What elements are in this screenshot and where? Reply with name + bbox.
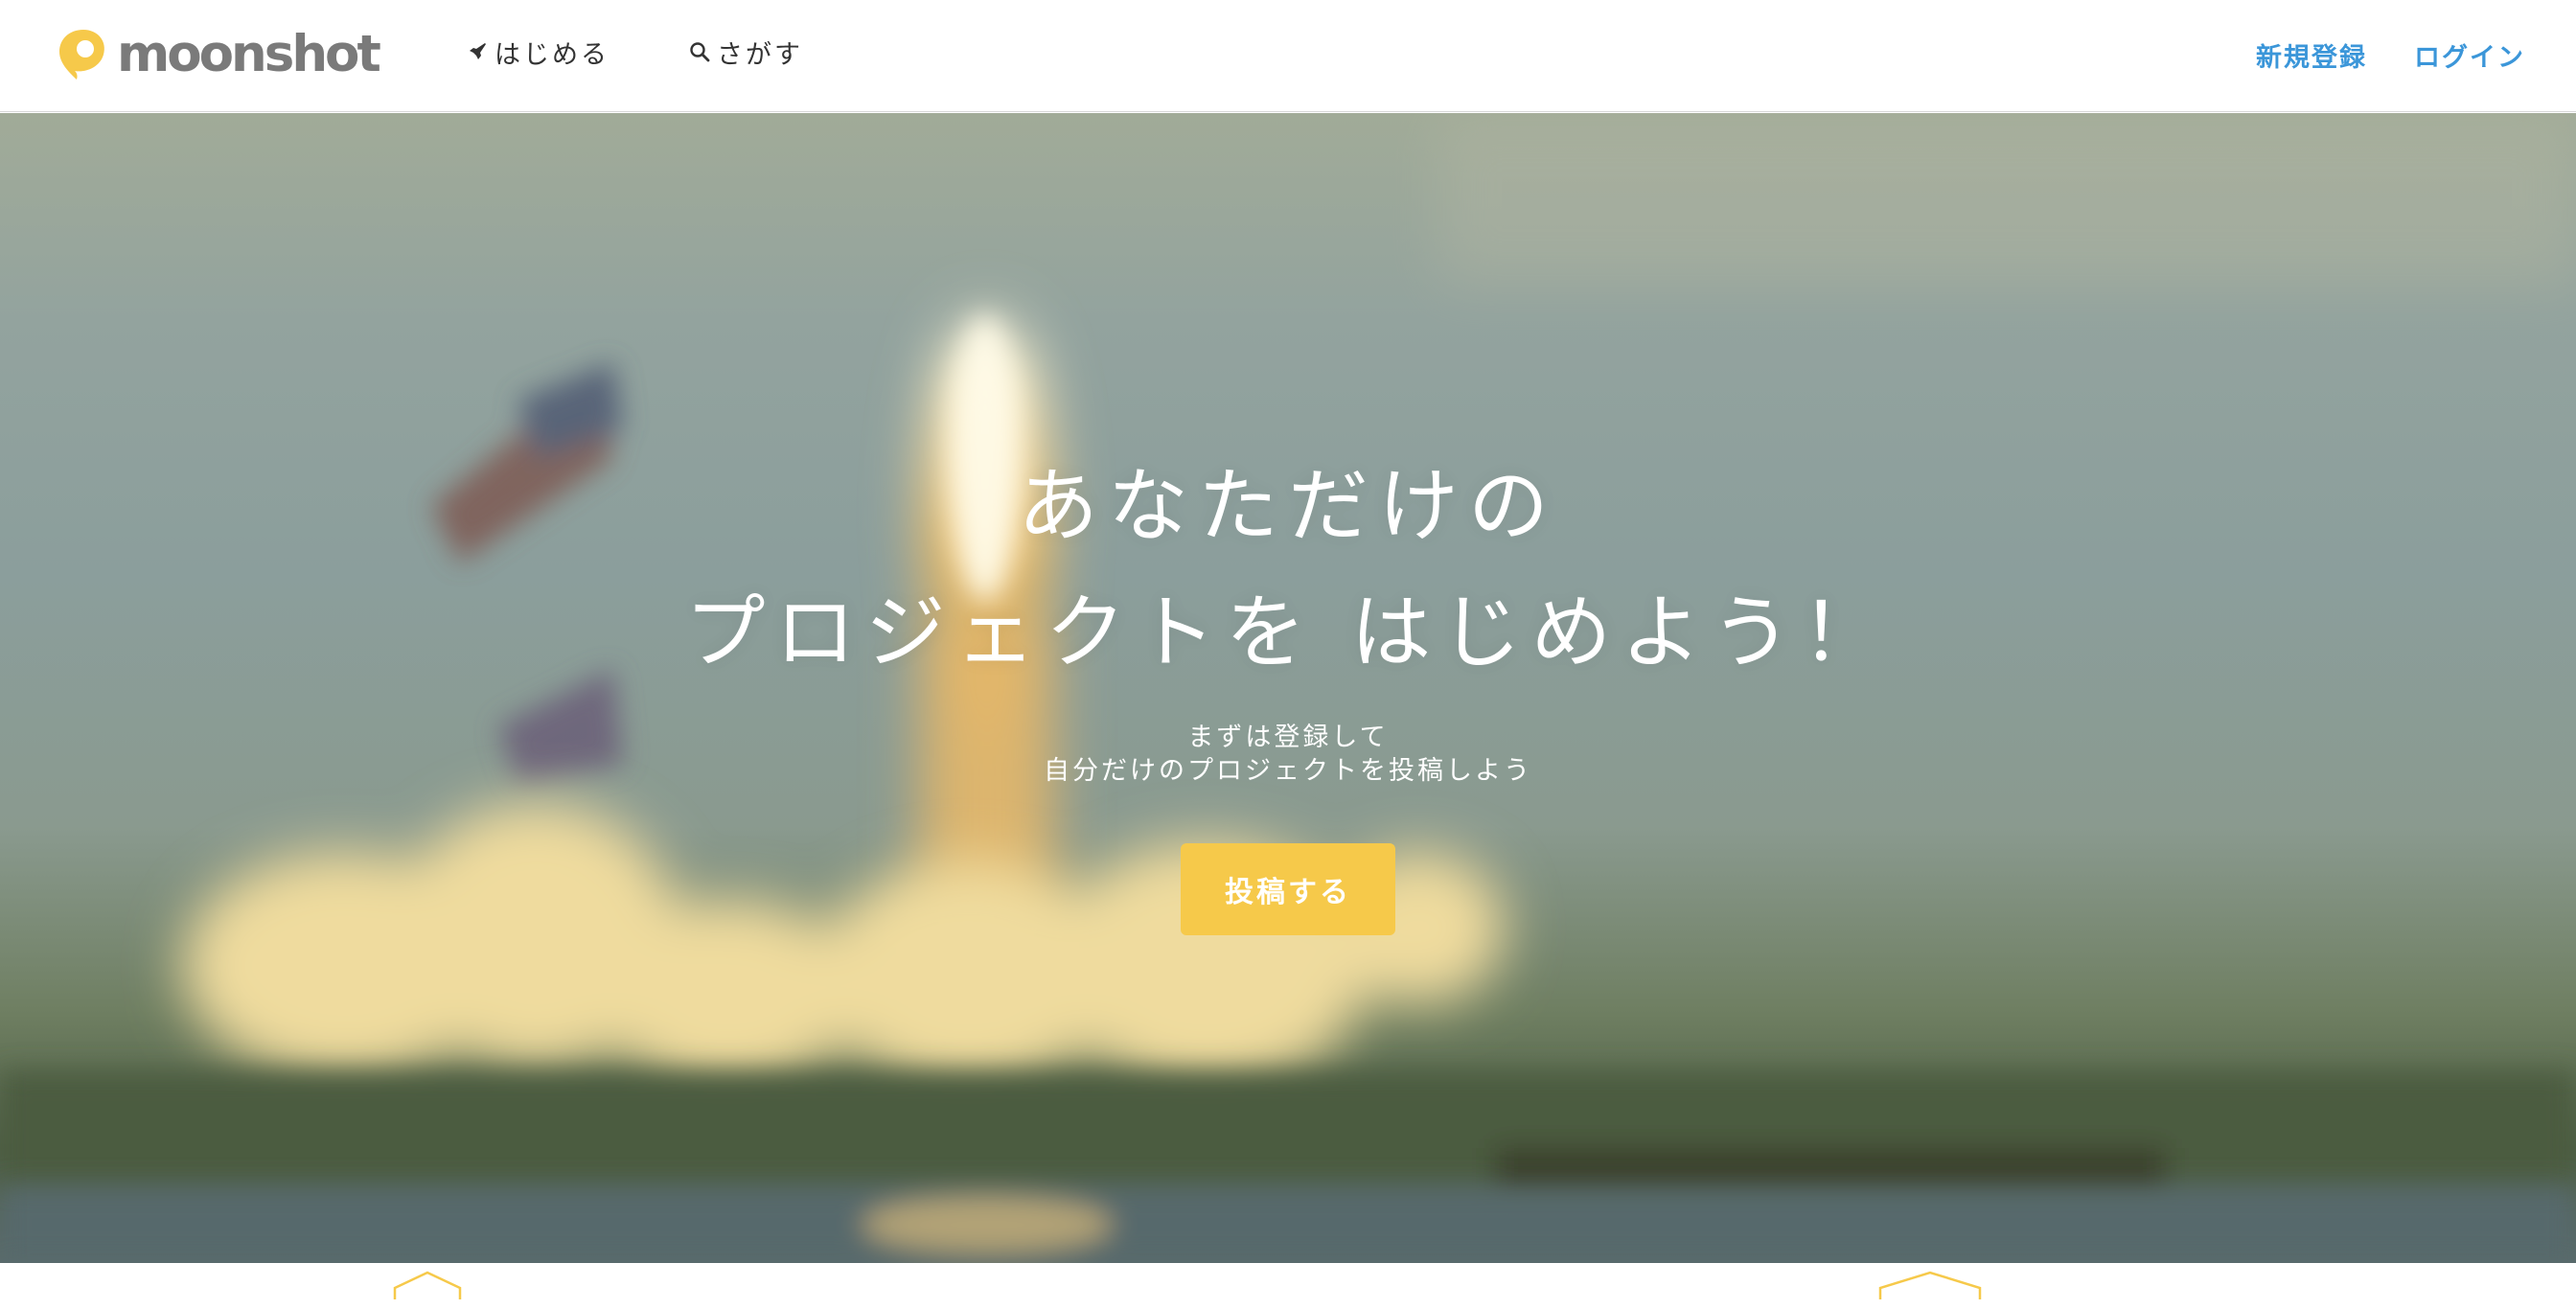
- hexagon-icon: [1878, 1271, 1982, 1299]
- nav-start-label: はじめる: [494, 39, 610, 70]
- hero-subtitle-line1: まずは登録して: [1187, 723, 1389, 752]
- logo-wordmark: moonshot: [117, 24, 381, 83]
- nav-search-link[interactable]: さがす: [688, 33, 803, 71]
- moonshot-logo[interactable]: moonshot: [56, 24, 381, 83]
- moon-pin-icon: [59, 30, 104, 80]
- signup-link[interactable]: 新規登録: [2256, 36, 2367, 74]
- post-project-button[interactable]: 投稿する: [1181, 843, 1395, 935]
- search-icon: [690, 42, 710, 62]
- site-header: moonshot はじめる さがす 新規登録 ログイン: [0, 0, 2576, 112]
- nav-start-link[interactable]: はじめる: [466, 33, 610, 71]
- login-link[interactable]: ログイン: [2414, 36, 2525, 74]
- hero-title-line2: プロジェクトを はじめよう！: [684, 586, 1892, 679]
- hexagon-icon: [393, 1271, 462, 1299]
- nav-search-label: さがす: [717, 39, 803, 70]
- hero-background-image: [0, 113, 2576, 1263]
- hero-title-line1: あなただけの: [1017, 459, 1558, 553]
- hero-subtitle-line2: 自分だけのプロジェクトを投稿しよう: [1044, 756, 1532, 786]
- features-section: [0, 1263, 2576, 1309]
- hero-section: あなただけの プロジェクトを はじめよう！ まずは登録して 自分だけのプロジェク…: [0, 113, 2576, 1263]
- rocket-icon: [470, 43, 486, 59]
